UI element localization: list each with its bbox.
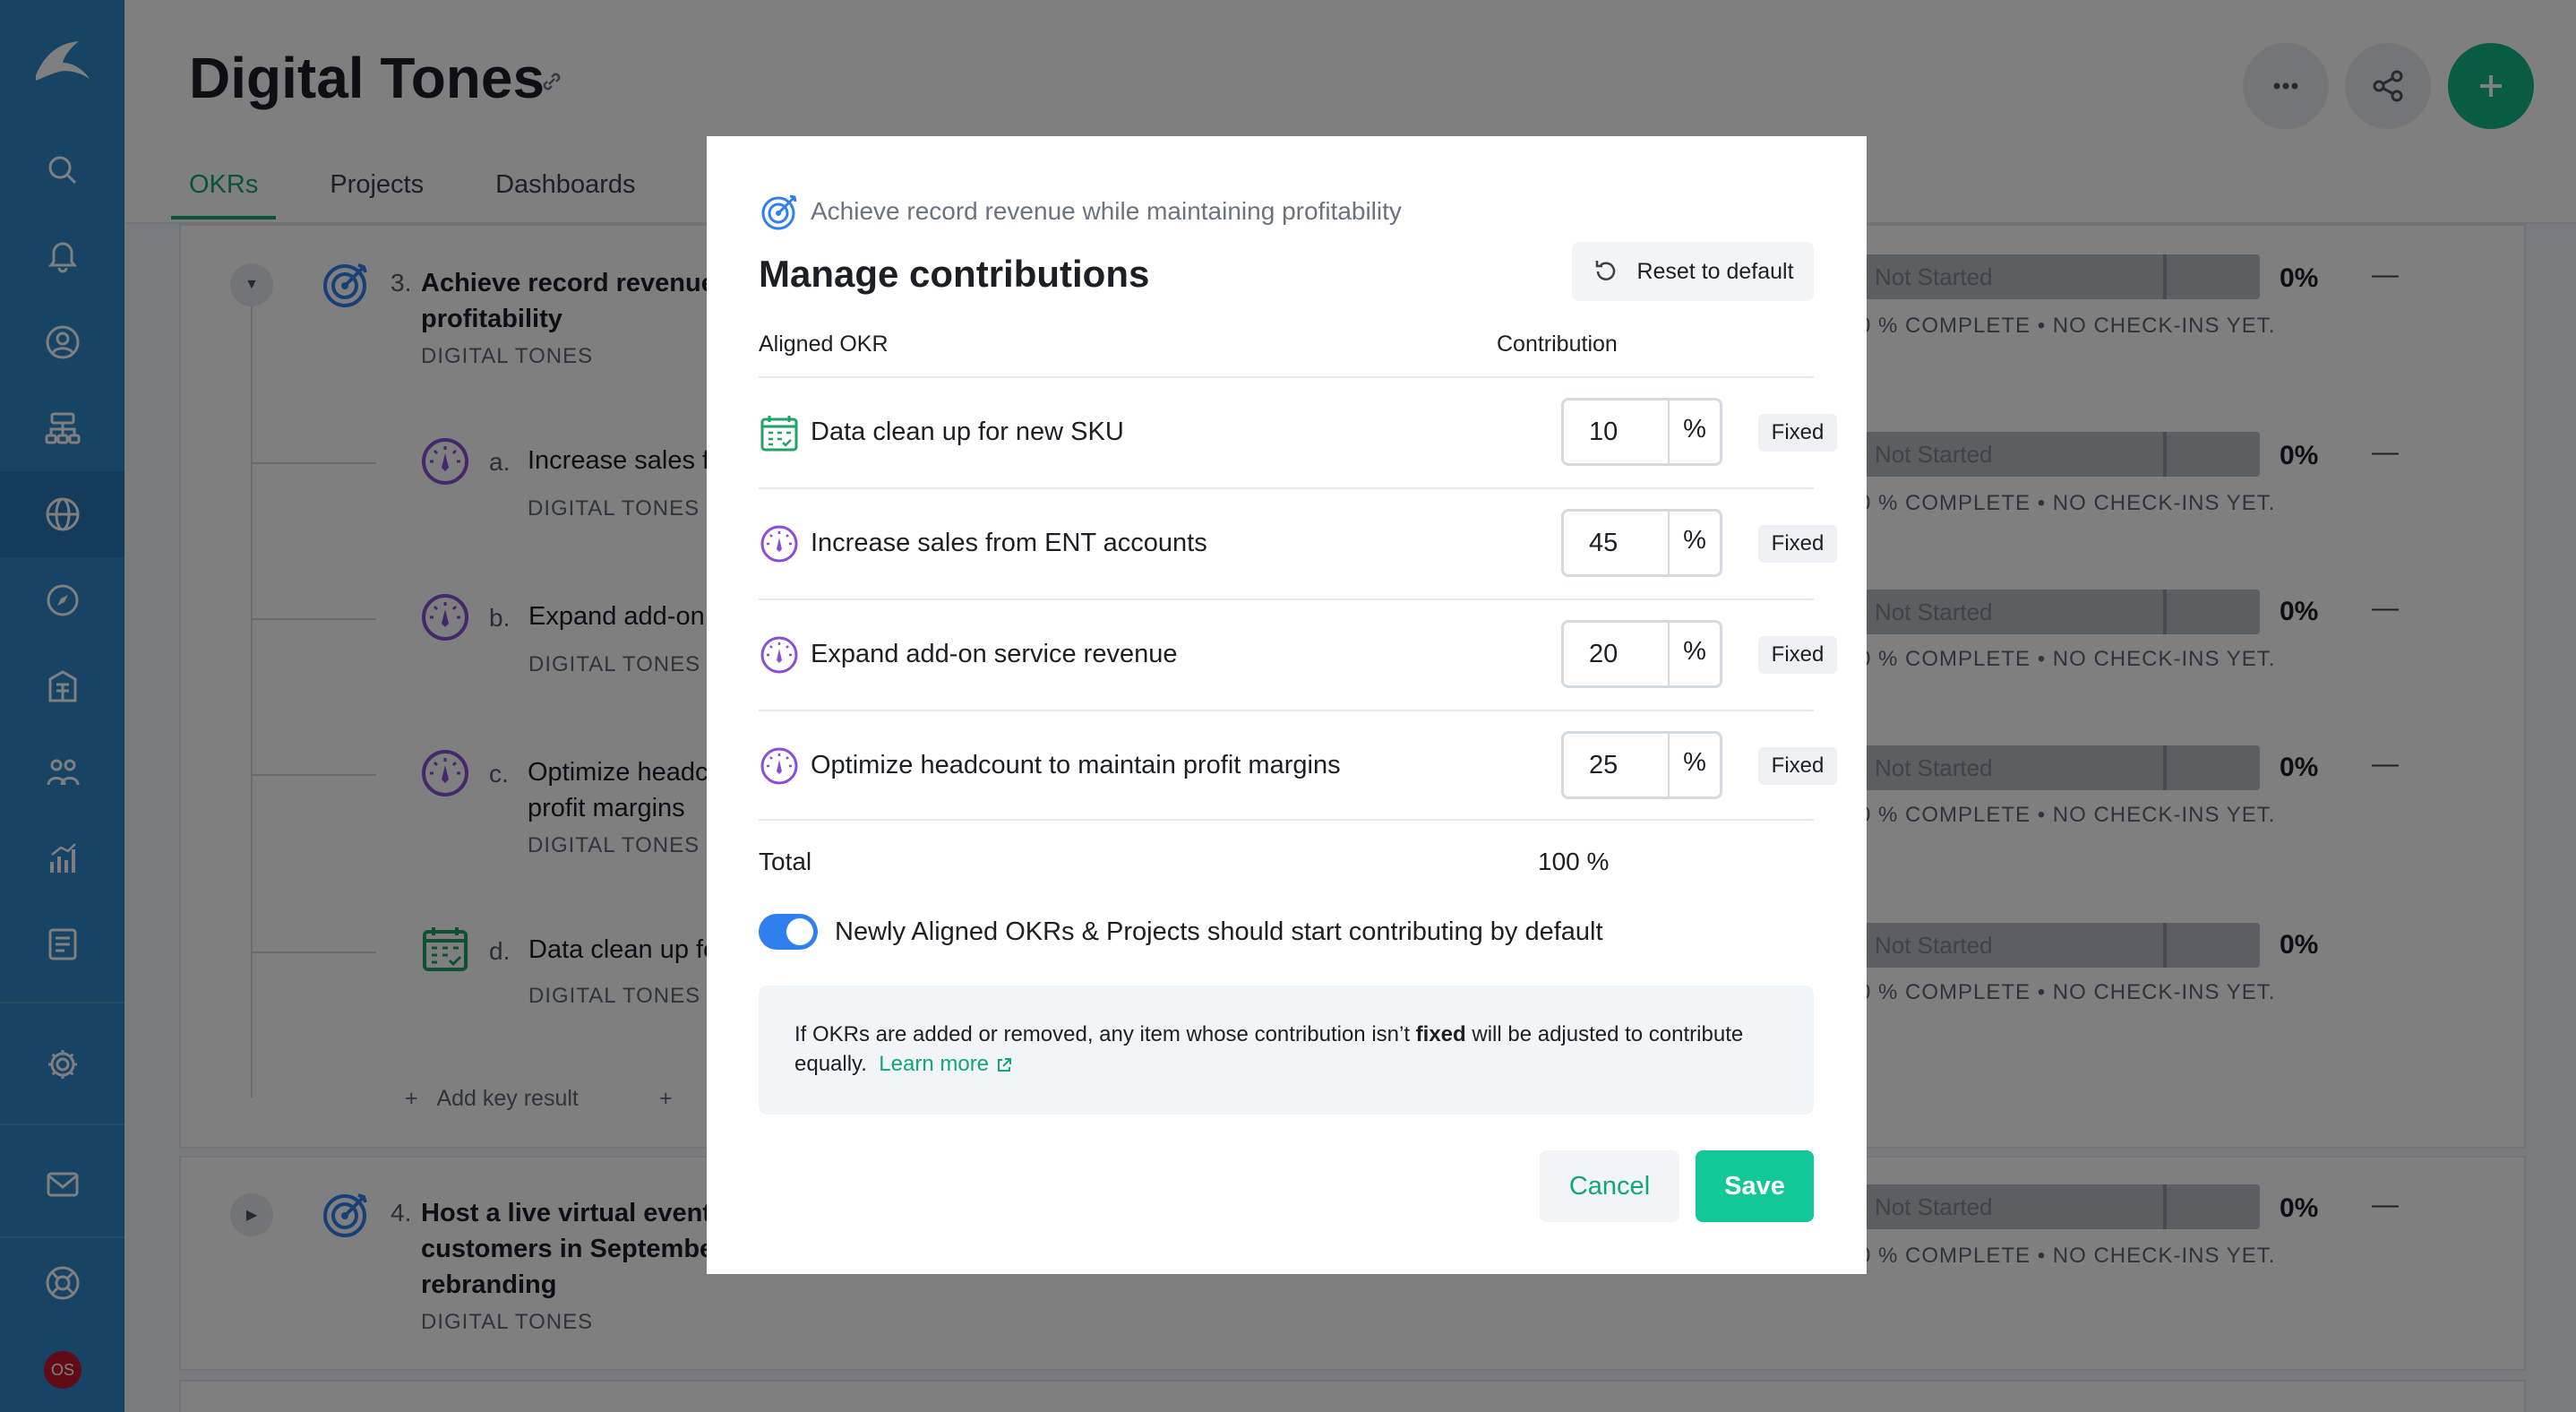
- total-label: Total: [759, 848, 812, 875]
- percent-unit: %: [1683, 637, 1706, 666]
- fixed-badge[interactable]: Fixed: [1758, 525, 1837, 563]
- percent-unit: %: [1683, 415, 1706, 443]
- fixed-badge[interactable]: Fixed: [1758, 747, 1837, 785]
- contribution-input[interactable]: 45 %: [1561, 509, 1722, 577]
- fixed-badge[interactable]: Fixed: [1758, 414, 1837, 452]
- percent-unit: %: [1683, 526, 1706, 555]
- contribution-value[interactable]: 20: [1564, 623, 1670, 685]
- aligned-okr-name: Data clean up for new SKU: [811, 418, 1124, 446]
- contribution-value[interactable]: 10: [1564, 400, 1670, 463]
- learn-more-link[interactable]: Learn more: [879, 1052, 1012, 1076]
- aligned-okr-name: Optimize headcount to maintain profit ma…: [811, 751, 1341, 779]
- total-row: Total 100 %: [759, 819, 1814, 891]
- key-result-gauge-icon: [760, 636, 798, 674]
- external-link-icon: [997, 1057, 1011, 1072]
- contribution-value[interactable]: 25: [1564, 734, 1670, 796]
- info-text: If OKRs are added or removed, any item w…: [794, 1022, 1416, 1046]
- column-header-okr: Aligned OKR: [759, 331, 889, 357]
- dialog-title: Manage contributions: [759, 253, 1150, 295]
- contribution-row: Increase sales from ENT accounts 45 % Fi…: [759, 487, 1837, 598]
- project-calendar-icon: [760, 416, 798, 452]
- aligned-okr-name: Increase sales from ENT accounts: [811, 529, 1207, 557]
- reset-icon: [1596, 261, 1616, 280]
- contribution-row: Data clean up for new SKU 10 % Fixed: [759, 376, 1837, 487]
- fixed-badge[interactable]: Fixed: [1758, 636, 1837, 674]
- contribution-input[interactable]: 20 %: [1561, 620, 1722, 688]
- cancel-button[interactable]: Cancel: [1540, 1150, 1679, 1222]
- contribution-row: Expand add-on service revenue 20 % Fixed: [759, 598, 1837, 710]
- toggle-label: Newly Aligned OKRs & Projects should sta…: [835, 917, 1603, 946]
- save-button[interactable]: Save: [1696, 1150, 1814, 1222]
- toggle-knob: [786, 918, 813, 945]
- total-value: 100 %: [1538, 848, 1610, 875]
- objective-target-icon: [761, 194, 797, 230]
- learn-more-label: Learn more: [879, 1052, 990, 1076]
- contribution-row: Optimize headcount to maintain profit ma…: [759, 710, 1837, 821]
- contribution-value[interactable]: 45: [1564, 512, 1670, 574]
- default-contributing-toggle[interactable]: [759, 914, 818, 950]
- reset-label: Reset to default: [1636, 258, 1794, 284]
- breadcrumb-text: Achieve record revenue while maintaining…: [811, 197, 1402, 225]
- dialog-breadcrumb: Achieve record revenue while maintaining…: [759, 190, 1402, 233]
- manage-contributions-dialog: Achieve record revenue while maintaining…: [707, 136, 1867, 1274]
- reset-to-default-button[interactable]: Reset to default: [1572, 242, 1814, 301]
- info-bold-text: fixed: [1415, 1022, 1466, 1046]
- info-note: If OKRs are added or removed, any item w…: [759, 986, 1814, 1115]
- aligned-okr-name: Expand add-on service revenue: [811, 640, 1178, 668]
- key-result-gauge-icon: [760, 747, 798, 785]
- key-result-gauge-icon: [760, 525, 798, 563]
- column-header-contribution: Contribution: [1497, 331, 1618, 357]
- contribution-input[interactable]: 10 %: [1561, 398, 1722, 466]
- contribution-input[interactable]: 25 %: [1561, 731, 1722, 799]
- percent-unit: %: [1683, 748, 1706, 777]
